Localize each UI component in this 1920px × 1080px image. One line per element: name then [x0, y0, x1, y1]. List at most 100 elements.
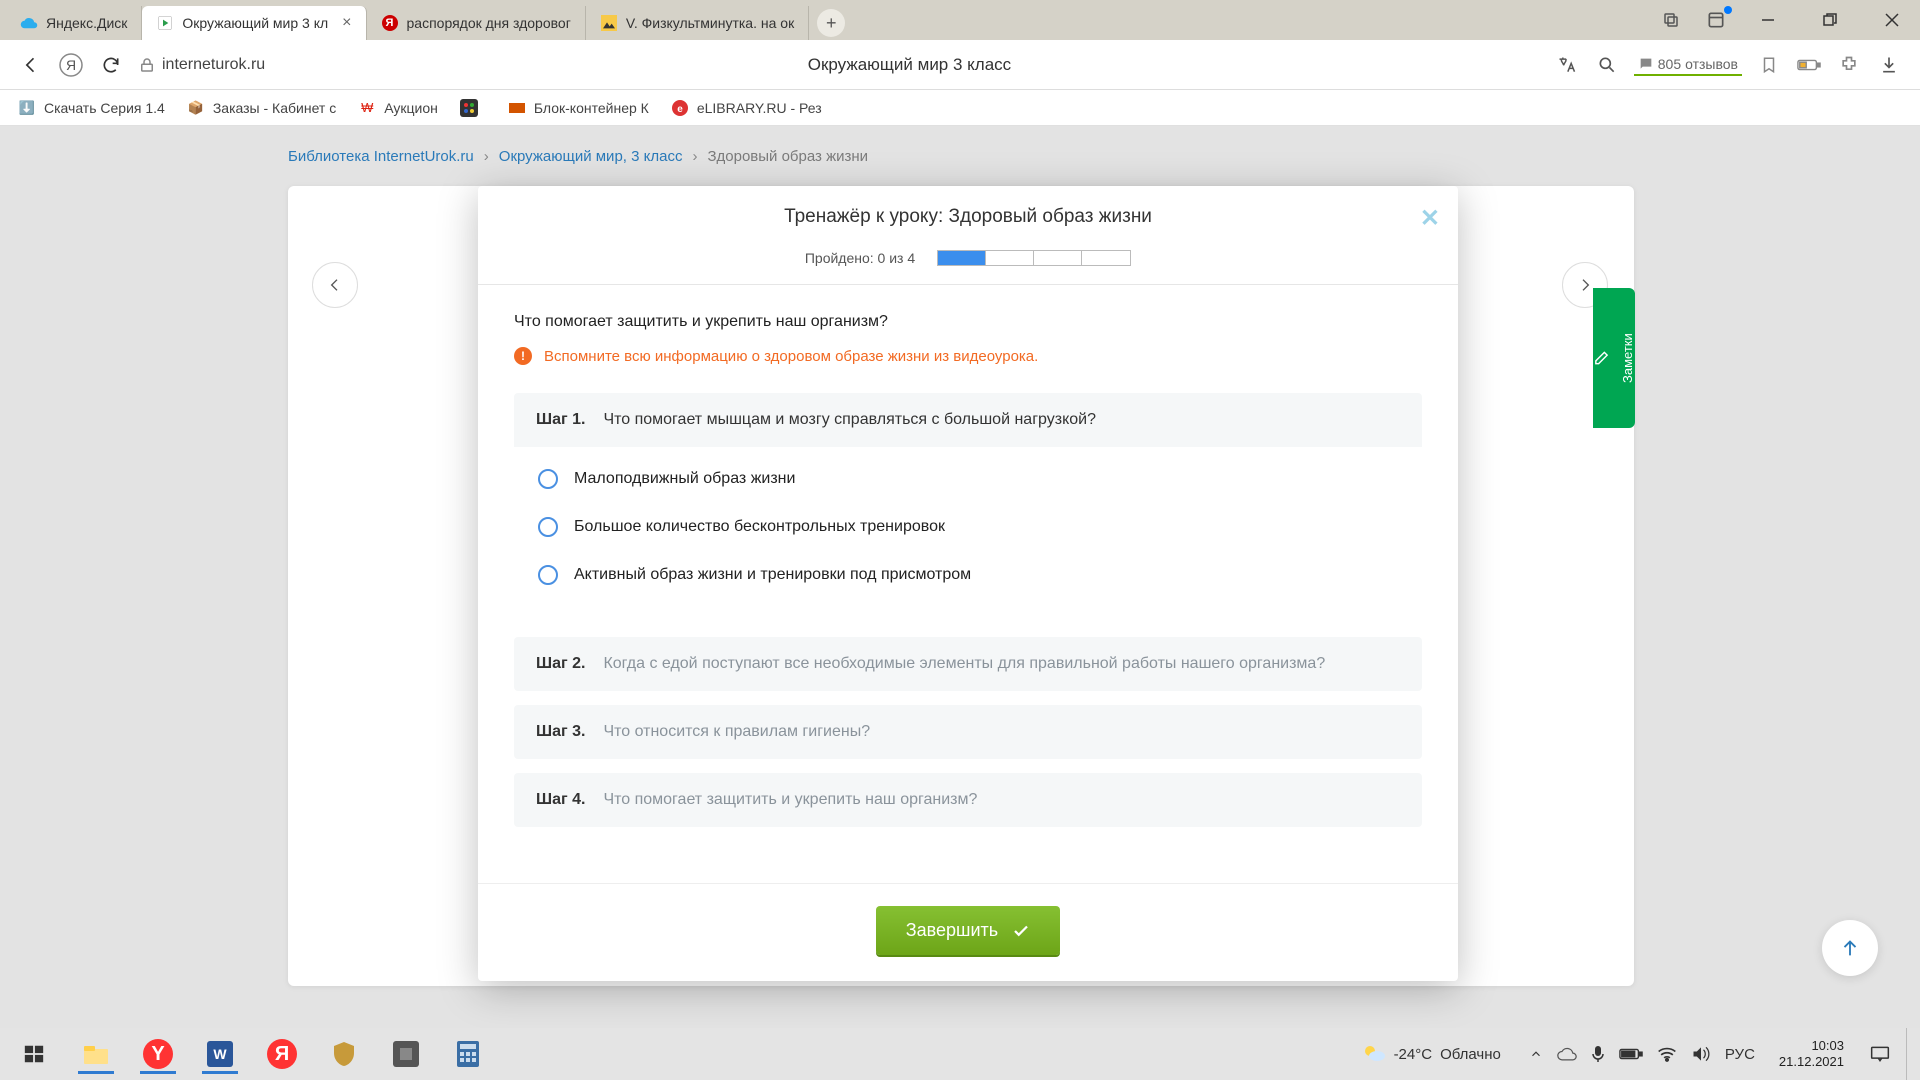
bookmark-item[interactable]: 📦Заказы - Кабинет с: [187, 99, 336, 117]
check-icon: [1012, 922, 1030, 940]
finish-label: Завершить: [906, 920, 998, 941]
lesson-card: Заметки Тренажёр к уроку: Здоровый образ…: [288, 186, 1634, 986]
svg-text:Я: Я: [66, 57, 76, 73]
breadcrumb-section[interactable]: Окружающий мир, 3 класс: [499, 148, 683, 165]
page-content-area: Библиотека InternetUrok.ru › Окружающий …: [0, 126, 1920, 1028]
tab-interneturok[interactable]: Окружающий мир 3 кл ×: [142, 6, 366, 40]
bookmark-item[interactable]: Блок-контейнер К: [508, 99, 649, 117]
weather-icon: [1362, 1043, 1386, 1065]
taskbar-item-yandex-browser[interactable]: Y: [130, 1032, 186, 1076]
modal-header: Тренажёр к уроку: Здоровый образ жизни ✕: [478, 186, 1458, 244]
bookmark-icon[interactable]: [1756, 52, 1782, 78]
container-icon: [508, 99, 526, 117]
tray-volume-icon[interactable]: [1691, 1045, 1711, 1063]
close-icon[interactable]: ×: [342, 15, 351, 31]
step-2-block[interactable]: Шаг 2. Когда с едой поступают все необхо…: [514, 637, 1422, 691]
start-button[interactable]: [6, 1032, 62, 1076]
modal-title: Тренажёр к уроку: Здоровый образ жизни: [784, 206, 1152, 228]
action-center-button[interactable]: [1858, 1032, 1902, 1076]
hint-row: ! Вспомните всю информацию о здоровом об…: [514, 347, 1422, 365]
copy-icon[interactable]: [1658, 7, 1684, 33]
windows-taskbar: Y W Я -24°C Облачно РУС 10:03 21.12.2021: [0, 1028, 1920, 1080]
show-desktop-button[interactable]: [1906, 1028, 1914, 1080]
notification-dot-icon: [1724, 6, 1732, 14]
scroll-top-button[interactable]: [1822, 920, 1878, 976]
tab-physminute[interactable]: V. Физкультминутка. на ок: [586, 6, 809, 40]
progress-label: Пройдено: 0 из 4: [805, 250, 915, 266]
elibrary-icon: e: [671, 99, 689, 117]
window-close-button[interactable]: [1872, 4, 1912, 36]
back-button[interactable]: [18, 52, 44, 78]
tab-yandex-disk[interactable]: Яндекс.Диск: [6, 6, 142, 40]
main-question: Что помогает защитить и укрепить наш орг…: [514, 313, 1422, 331]
weather-temp: -24°C: [1394, 1046, 1433, 1063]
bookmark-item[interactable]: eeLIBRARY.RU - Рез: [671, 99, 822, 117]
radio-icon: [538, 565, 558, 585]
radio-icon: [538, 469, 558, 489]
edit-icon: [1593, 349, 1610, 367]
svg-text:W: W: [213, 1046, 227, 1062]
window-maximize-button[interactable]: [1810, 4, 1850, 36]
taskbar-clock[interactable]: 10:03 21.12.2021: [1769, 1038, 1854, 1071]
bookmark-item[interactable]: [460, 99, 486, 117]
taskbar-item-calculator[interactable]: [440, 1032, 496, 1076]
tray-battery-icon[interactable]: [1619, 1047, 1643, 1061]
step-label: Шаг 1.: [536, 411, 585, 429]
prev-lesson-button[interactable]: [312, 262, 358, 308]
cloud-icon: [20, 14, 38, 32]
step-question: Что помогает мышцам и мозгу справляться …: [603, 411, 1096, 429]
play-icon: [156, 14, 174, 32]
taskbar-item-game[interactable]: [378, 1032, 434, 1076]
taskbar-item-shield[interactable]: [316, 1032, 372, 1076]
window-minimize-button[interactable]: [1748, 4, 1788, 36]
battery-icon[interactable]: [1796, 52, 1822, 78]
tab-label: V. Физкультминутка. на ок: [626, 15, 794, 31]
step-3-block[interactable]: Шаг 3. Что относится к правилам гигиены?: [514, 705, 1422, 759]
step-question: Когда с едой поступают все необходимые э…: [603, 655, 1325, 673]
tab-label: распорядок дня здоровог: [407, 15, 571, 31]
landscape-icon: [600, 14, 618, 32]
weather-widget[interactable]: -24°C Облачно: [1348, 1043, 1515, 1065]
tray-microphone-icon[interactable]: [1591, 1045, 1605, 1063]
extensions-icon[interactable]: [1836, 52, 1862, 78]
progress-segment: [1082, 251, 1130, 265]
downloads-icon[interactable]: [1876, 52, 1902, 78]
page-title: Окружающий мир 3 класс: [279, 55, 1540, 75]
reviews-badge[interactable]: 805 отзывов: [1634, 54, 1742, 76]
finish-button[interactable]: Завершить: [876, 906, 1060, 955]
breadcrumb-current: Здоровый образ жизни: [707, 148, 868, 165]
tray-onedrive-icon[interactable]: [1557, 1046, 1577, 1062]
tab-schedule[interactable]: Я распорядок дня здоровог: [367, 6, 586, 40]
option-radio[interactable]: Малоподвижный образ жизни: [536, 455, 1400, 503]
reload-button[interactable]: [98, 52, 124, 78]
close-icon[interactable]: ✕: [1420, 204, 1440, 233]
clock-date: 21.12.2021: [1779, 1054, 1844, 1070]
taskbar-item-yandex[interactable]: Я: [254, 1032, 310, 1076]
breadcrumb-root[interactable]: Библиотека InternetUrok.ru: [288, 148, 474, 165]
breadcrumb: Библиотека InternetUrok.ru › Окружающий …: [288, 148, 868, 165]
notes-side-tab[interactable]: Заметки: [1593, 288, 1635, 428]
bookmark-item[interactable]: ₩Аукцион: [358, 99, 438, 117]
tray-wifi-icon[interactable]: [1657, 1046, 1677, 1062]
translate-icon[interactable]: [1554, 52, 1580, 78]
download-icon: ⬇️: [18, 99, 36, 117]
progress-segment: [986, 251, 1034, 265]
progress-segment: [938, 251, 986, 265]
notifications-icon[interactable]: [1706, 10, 1726, 30]
taskbar-item-word[interactable]: W: [192, 1032, 248, 1076]
tray-chevron-up-icon[interactable]: [1529, 1047, 1543, 1061]
option-radio[interactable]: Активный образ жизни и тренировки под пр…: [536, 551, 1400, 599]
bookmark-item[interactable]: ⬇️Скачать Серия 1.4: [18, 99, 165, 117]
option-radio[interactable]: Большое количество бесконтрольных тренир…: [536, 503, 1400, 551]
address-bar[interactable]: interneturok.ru: [138, 56, 265, 74]
tray-language[interactable]: РУС: [1725, 1046, 1755, 1063]
taskbar-item-explorer[interactable]: [68, 1032, 124, 1076]
yandex-home-button[interactable]: Я: [58, 52, 84, 78]
url-text: interneturok.ru: [162, 56, 265, 74]
system-tray: РУС: [1519, 1045, 1765, 1063]
zoom-icon[interactable]: [1594, 52, 1620, 78]
browser-tabstrip: Яндекс.Диск Окружающий мир 3 кл × Я расп…: [0, 0, 1920, 40]
step-label: Шаг 4.: [536, 791, 585, 809]
step-4-block[interactable]: Шаг 4. Что помогает защитить и укрепить …: [514, 773, 1422, 827]
new-tab-button[interactable]: +: [817, 9, 845, 37]
